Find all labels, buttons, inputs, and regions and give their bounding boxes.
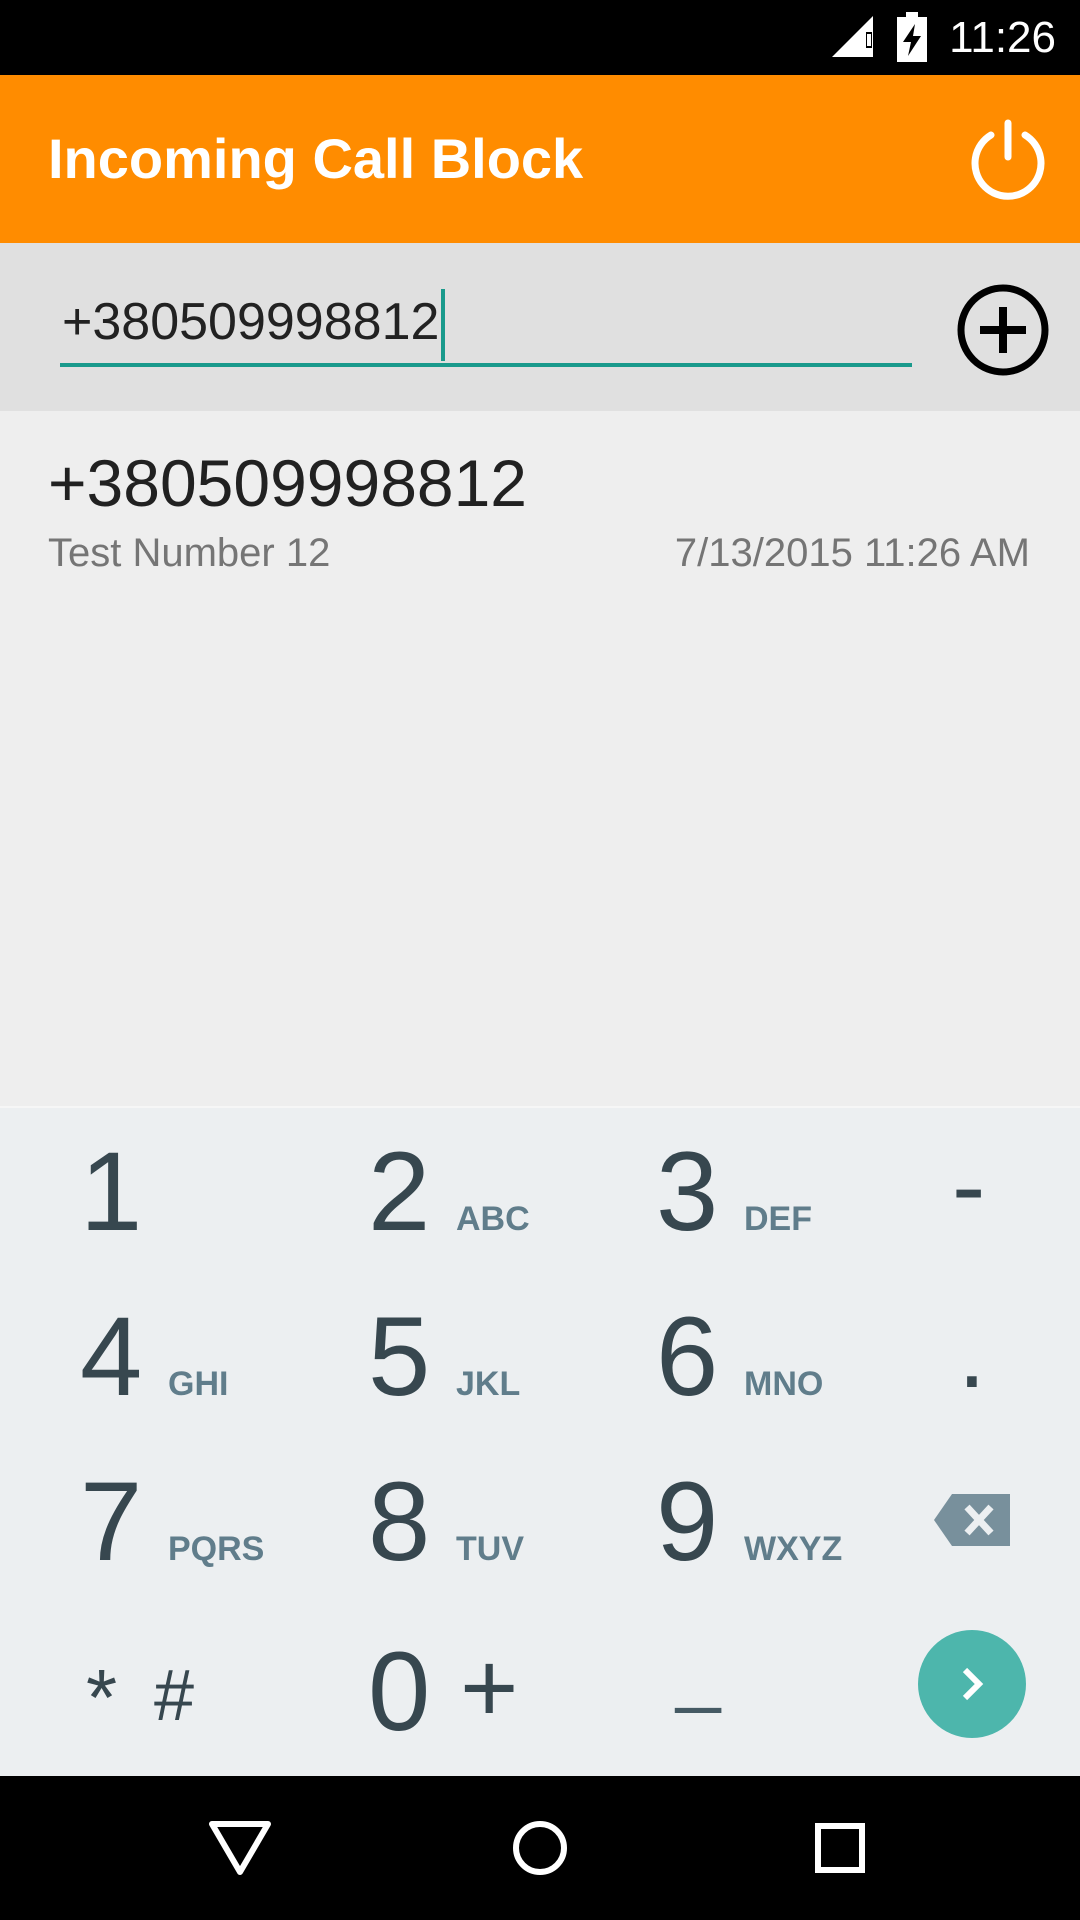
go-button[interactable] [918,1630,1026,1738]
phone-number-value: +380509998812 [62,293,440,351]
key-star[interactable]: * [86,1648,117,1748]
home-icon[interactable] [504,1812,576,1884]
power-icon[interactable] [966,117,1050,201]
key-4[interactable]: 4 GHI [0,1273,270,1438]
key-digit: 7 [80,1459,143,1584]
status-bar: 11:26 [0,0,1080,75]
key-1[interactable]: 1 [0,1108,270,1273]
key-letters: TUV [456,1530,524,1568]
key-plus[interactable]: + [460,1638,518,1738]
text-caret [441,289,446,362]
key-digit: 6 [656,1294,719,1419]
backspace-icon[interactable] [934,1492,1010,1548]
key-9[interactable]: 9 WXYZ [576,1438,846,1603]
add-circle-icon[interactable] [956,283,1050,377]
key-digit: 2 [368,1129,431,1254]
battery-charging-icon [897,12,927,62]
nav-bar [0,1776,1080,1920]
app-bar: Incoming Call Block [0,75,1080,243]
key-digit: 8 [368,1459,431,1584]
key-dot[interactable]: . [958,1303,986,1403]
number-label: Test Number 12 [48,531,331,575]
input-strip: +380509998812 [0,243,1080,411]
phone-number-input[interactable]: +380509998812 [60,281,912,367]
key-0[interactable]: 0 [368,1636,430,1748]
key-letters: GHI [168,1365,229,1403]
key-8[interactable]: 8 TUV [288,1438,558,1603]
key-letters: PQRS [168,1530,265,1568]
key-2[interactable]: 2 ABC [288,1108,558,1273]
key-3[interactable]: 3 DEF [576,1108,846,1273]
key-digit: 1 [80,1129,143,1254]
key-digit: 3 [656,1129,719,1254]
key-digit: 5 [368,1294,431,1419]
key-hash[interactable]: # [154,1646,194,1746]
back-icon[interactable] [204,1812,276,1884]
dialpad: 1 2 ABC 3 DEF - 4 GHI 5 JKL 6 MNO . 7 PQ… [0,1106,1080,1778]
key-7[interactable]: 7 PQRS [0,1438,270,1603]
app-title: Incoming Call Block [48,127,584,190]
key-6[interactable]: 6 MNO [576,1273,846,1438]
key-dash[interactable]: - [952,1136,985,1236]
key-digit: 9 [656,1459,719,1584]
key-letters: ABC [456,1200,530,1238]
key-digit: 4 [80,1294,143,1419]
blocked-number: +380509998812 [48,446,528,520]
status-time: 11:26 [949,13,1056,62]
chevron-right-icon [962,1667,984,1701]
key-letters: DEF [744,1200,812,1238]
key-letters: MNO [744,1365,824,1403]
key-letters: JKL [456,1365,521,1403]
key-letters: WXYZ [744,1530,843,1568]
key-5[interactable]: 5 JKL [288,1273,558,1438]
number-date: 7/13/2015 11:26 AM [674,531,1030,575]
list-item[interactable]: +380509998812 Test Number 12 7/13/2015 1… [0,411,1080,591]
key-underscore[interactable]: _ [676,1620,721,1720]
signal-icon [832,16,873,57]
recents-icon[interactable] [804,1812,876,1884]
